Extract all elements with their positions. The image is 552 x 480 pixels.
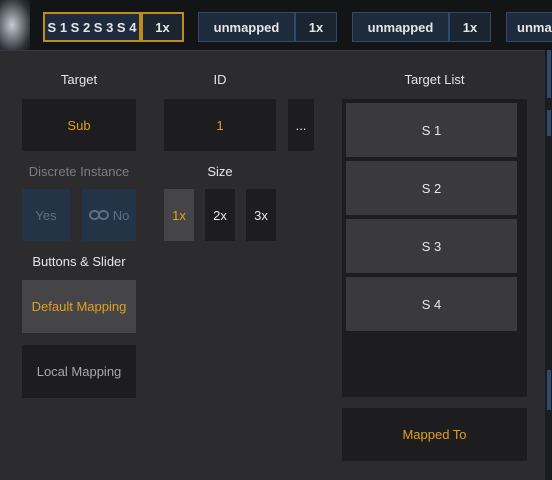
target-list-heading: Target List (404, 72, 465, 87)
id-more-button[interactable]: ... (288, 99, 314, 151)
background-chip-edge (547, 110, 551, 136)
size-option-1x-label: 1x (172, 207, 186, 223)
mapping-popup: Target Sub ID 1 ... Discrete Instance Ye… (0, 50, 552, 480)
size-option-3x[interactable]: 3x (246, 189, 276, 241)
target-list-item-label: S 3 (421, 238, 442, 254)
local-mapping-button[interactable]: Local Mapping (22, 345, 136, 398)
mapping-chip-3-size[interactable]: 1x (449, 12, 491, 42)
mapping-chip-2-size[interactable]: 1x (295, 12, 337, 42)
background-chip-edge (547, 50, 551, 98)
id-heading: ID (213, 72, 227, 87)
mapping-chip-3[interactable]: unmapped (352, 12, 449, 42)
mapping-chip-1-size[interactable]: 1x (141, 12, 184, 42)
target-list-item-label: S 1 (421, 122, 442, 138)
discrete-no-label: No (112, 207, 130, 223)
link-icon (88, 210, 109, 220)
mapping-chip-2-label: unmapped (213, 19, 280, 35)
background-chip-edge (547, 370, 551, 410)
size-option-2x-label: 2x (213, 207, 227, 223)
target-list-item-s3[interactable]: S 3 (346, 219, 517, 273)
target-list-item-s2[interactable]: S 2 (346, 161, 517, 215)
size-option-1x[interactable]: 1x (164, 189, 194, 241)
mapping-toolbar: S 1 S 2 S 3 S 4 1x unmapped 1x unmapped … (0, 0, 552, 50)
mapped-to-button[interactable]: Mapped To (342, 408, 527, 461)
mapping-chip-2-size-label: 1x (308, 19, 324, 35)
size-option-3x-label: 3x (254, 207, 268, 223)
buttons-slider-heading: Buttons & Slider (32, 254, 126, 269)
discrete-yes-label: Yes (35, 207, 57, 223)
discrete-heading: Discrete Instance (28, 164, 130, 179)
default-mapping-label: Default Mapping (31, 299, 127, 314)
mapping-chip-4[interactable]: unma (506, 12, 552, 42)
target-list-item-label: S 2 (421, 180, 442, 196)
discrete-yes-button[interactable]: Yes (22, 189, 70, 241)
mapping-chip-1[interactable]: S 1 S 2 S 3 S 4 (43, 12, 141, 42)
target-heading: Target (60, 72, 98, 87)
id-more-label: ... (295, 117, 307, 133)
target-list-item-s4[interactable]: S 4 (346, 277, 517, 331)
discrete-no-button[interactable]: No (82, 189, 136, 241)
thumbnail-image (0, 0, 30, 50)
mapping-chip-2[interactable]: unmapped (198, 12, 295, 42)
target-list-item-s1[interactable]: S 1 (346, 103, 517, 157)
target-list: S 1 S 2 S 3 S 4 (342, 99, 527, 397)
id-field[interactable]: 1 (164, 99, 276, 151)
mapping-chip-4-label: unma (517, 19, 552, 35)
size-option-2x[interactable]: 2x (205, 189, 235, 241)
mapping-chip-1-size-label: 1x (155, 19, 170, 35)
default-mapping-button[interactable]: Default Mapping (22, 280, 136, 333)
local-mapping-label: Local Mapping (36, 364, 122, 379)
mapping-chip-1-label: S 1 S 2 S 3 S 4 (47, 19, 137, 35)
mapping-chip-3-label: unmapped (367, 19, 434, 35)
size-heading: Size (207, 164, 233, 179)
background-edge (545, 50, 552, 480)
mapping-chip-3-size-label: 1x (462, 19, 478, 35)
target-selector[interactable]: Sub (22, 99, 136, 151)
target-list-item-label: S 4 (421, 296, 442, 312)
mapped-to-label: Mapped To (402, 427, 467, 442)
target-value: Sub (67, 117, 91, 133)
id-value: 1 (216, 117, 224, 133)
